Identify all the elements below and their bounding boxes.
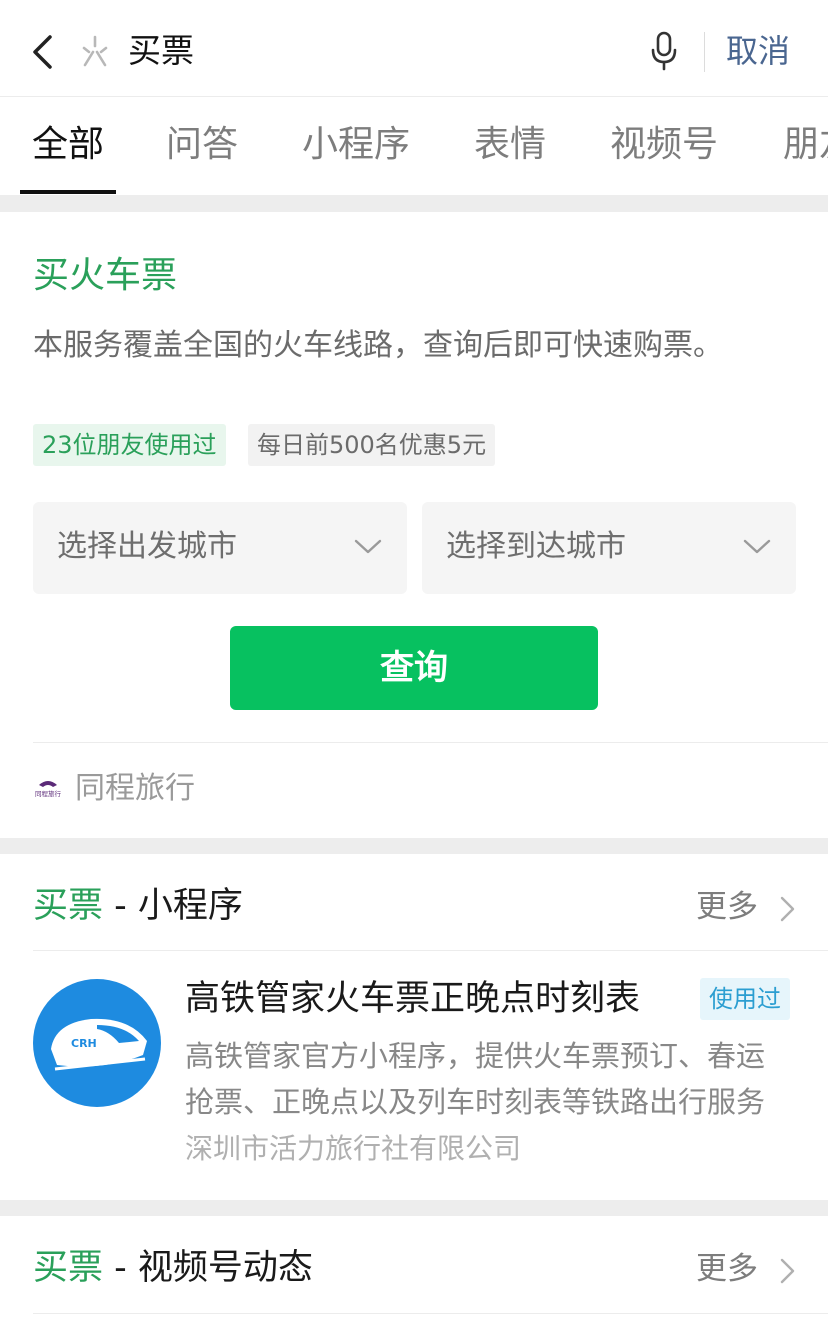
tab-stickers[interactable]: 表情 (474, 121, 546, 169)
mini-program-title: 高铁管家火车票正晚点时刻表 (185, 979, 641, 1019)
mini-program-description: 高铁管家官方小程序，提供火车票预订、春运抢票、正晚点以及列车时刻表等铁路出行服务 (185, 1039, 766, 1119)
departure-city-label: 选择出发城市 (57, 529, 237, 564)
chevron-down-icon (354, 539, 382, 554)
section-keyword: 买票 (33, 886, 104, 926)
ly-travel-logo-icon: 同程旅行 (35, 781, 62, 798)
mini-program-organization: 深圳市活力旅行社有限公司 (185, 1132, 522, 1165)
section-gap (0, 1200, 828, 1216)
search-bar: 买票 取消 (0, 0, 828, 97)
high-speed-train-icon: CRH (33, 979, 161, 1107)
section-keyword: 买票 (33, 1248, 104, 1288)
provider-logo-text: 同程旅行 (35, 789, 62, 798)
mini-program-section: 买票 - 小程序 更多 CRH 高铁管家火车票正晚点时刻表 使用过 高铁管家官方… (0, 854, 828, 1200)
mini-program-item[interactable]: CRH 高铁管家火车票正晚点时刻表 使用过 高铁管家官方小程序，提供火车票预订、… (0, 951, 828, 1181)
card-title[interactable]: 买火车票 (33, 252, 177, 300)
search-logo-icon (82, 35, 108, 67)
cancel-button[interactable]: 取消 (726, 28, 790, 74)
section-gap (0, 838, 828, 854)
search-divider (704, 32, 705, 72)
microphone-icon[interactable] (648, 30, 680, 72)
card-divider (33, 742, 828, 743)
card-description: 本服务覆盖全国的火车线路，查询后即可快速购票。 (33, 328, 723, 363)
section-suffix: - 小程序 (103, 886, 243, 926)
friends-used-tag: 23位朋友使用过 (33, 424, 226, 466)
crh-text: CRH (71, 1037, 97, 1050)
used-badge: 使用过 (700, 978, 790, 1020)
arrival-city-label: 选择到达城市 (446, 529, 626, 564)
section-title: 买票 - 视频号动态 (33, 1244, 313, 1292)
active-tab-indicator (20, 190, 116, 194)
more-link[interactable]: 更多 (696, 1246, 795, 1292)
tab-qa[interactable]: 问答 (166, 121, 238, 169)
search-tabs: 全部 问答 小程序 表情 视频号 朋友 (0, 97, 828, 195)
more-label: 更多 (696, 889, 758, 925)
section-title: 买票 - 小程序 (33, 882, 243, 930)
discount-tag: 每日前500名优惠5元 (248, 424, 496, 466)
back-arrow-icon[interactable] (28, 33, 58, 71)
tab-channels[interactable]: 视频号 (610, 121, 718, 169)
section-divider (33, 1313, 828, 1314)
chevron-right-icon (780, 896, 795, 922)
section-suffix: - 视频号动态 (103, 1248, 313, 1288)
arrival-city-select[interactable]: 选择到达城市 (422, 502, 796, 594)
query-button[interactable]: 查询 (230, 626, 598, 710)
tab-mini-program[interactable]: 小程序 (302, 121, 410, 169)
video-channel-section: 买票 - 视频号动态 更多 (0, 1216, 828, 1329)
more-label: 更多 (696, 1251, 758, 1287)
tab-friends[interactable]: 朋友 (783, 121, 828, 169)
tab-all[interactable]: 全部 (32, 121, 104, 169)
chevron-down-icon (743, 539, 771, 554)
section-gap (0, 195, 828, 212)
search-input[interactable]: 买票 (128, 28, 194, 74)
chevron-right-icon (780, 1258, 795, 1284)
train-ticket-card: 买火车票 本服务覆盖全国的火车线路，查询后即可快速购票。 23位朋友使用过 每日… (0, 212, 828, 838)
departure-city-select[interactable]: 选择出发城市 (33, 502, 407, 594)
more-link[interactable]: 更多 (696, 884, 795, 930)
provider-name[interactable]: 同程旅行 (75, 767, 195, 811)
